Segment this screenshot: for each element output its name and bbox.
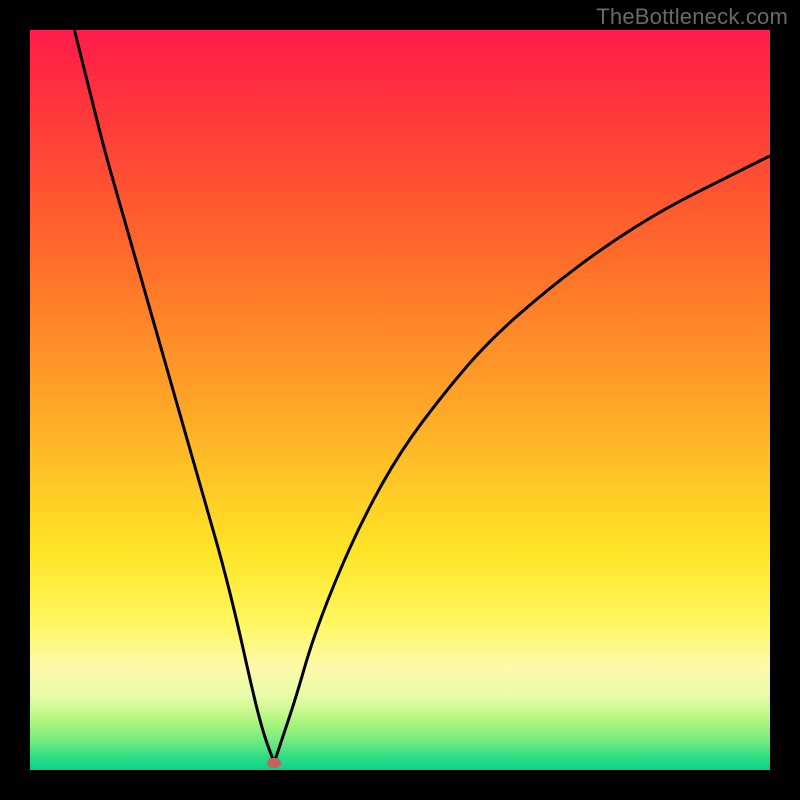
- watermark-text: TheBottleneck.com: [596, 4, 788, 30]
- bottleneck-curve: [30, 30, 770, 770]
- chart-frame: TheBottleneck.com: [0, 0, 800, 800]
- optimum-marker: [267, 758, 281, 768]
- curve-right-branch: [274, 156, 770, 763]
- curve-left-branch: [74, 30, 274, 763]
- plot-area: [30, 30, 770, 770]
